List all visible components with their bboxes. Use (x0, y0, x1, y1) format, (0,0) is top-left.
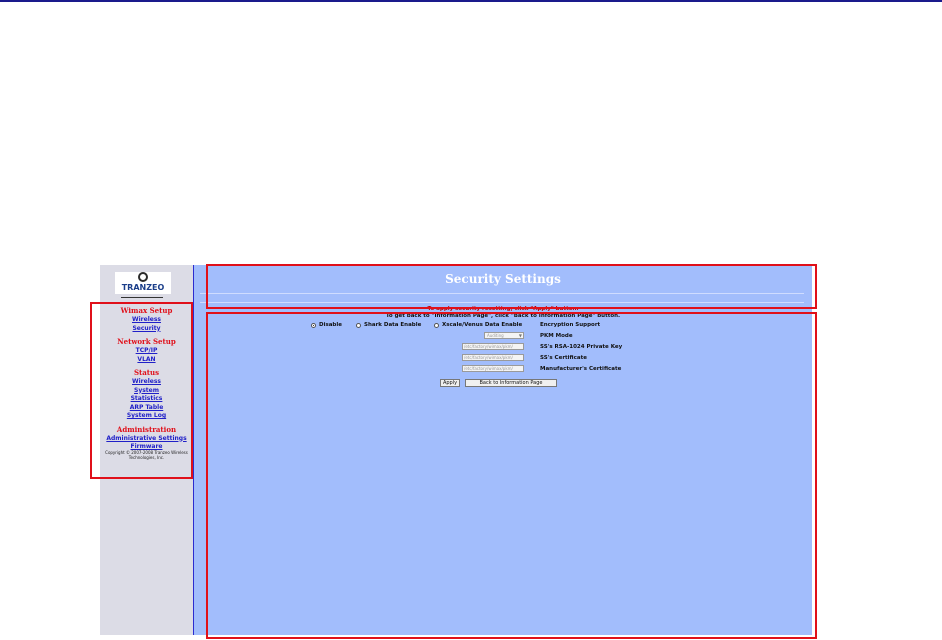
highlight-box-content (206, 312, 817, 639)
highlight-box-sidebar (90, 302, 193, 479)
tranzeo-logo: TRANZEO (115, 272, 171, 294)
logo-wordmark: TRANZEO (121, 283, 165, 292)
highlight-box-title (206, 264, 817, 309)
logo-mark-icon (138, 272, 148, 282)
top-border-line (0, 0, 942, 2)
logo-divider (121, 297, 163, 298)
